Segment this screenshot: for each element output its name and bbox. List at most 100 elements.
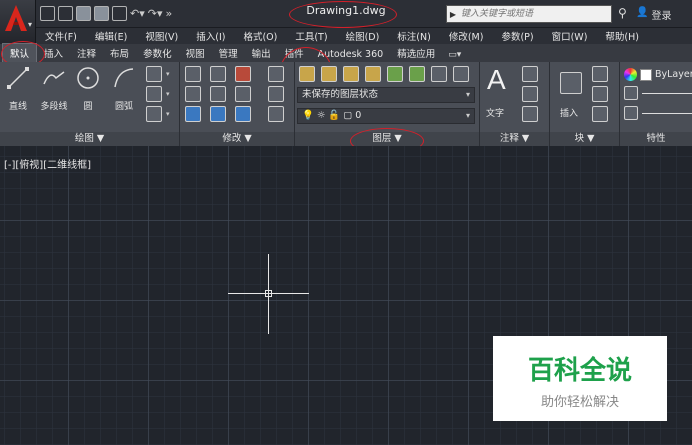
tab-manage[interactable]: 管理 (212, 44, 245, 62)
layer-freeze-icon[interactable] (343, 66, 359, 82)
move-icon[interactable] (185, 66, 201, 82)
lineweight-icon[interactable] (624, 86, 638, 100)
save-icon[interactable] (76, 6, 91, 21)
layer-off-icon[interactable] (365, 66, 381, 82)
explode-icon[interactable] (268, 86, 284, 102)
color-wheel-icon (624, 68, 637, 81)
polyline-tool[interactable]: 多段线 (36, 66, 72, 112)
viewport-controls[interactable]: [-][俯视][二维线框] (4, 156, 91, 171)
layer-walk-icon[interactable] (431, 66, 447, 82)
search-box[interactable]: ▶ (446, 5, 612, 23)
mirror-icon[interactable] (210, 86, 226, 102)
undo-icon[interactable]: ↶▾ (130, 7, 145, 21)
print-icon[interactable] (112, 6, 127, 21)
watermark: 百科全说 助你轻松解决 (493, 336, 667, 421)
quick-access-toolbar: ↶▾ ↷▾ » (40, 6, 172, 21)
watermark-subtitle: 助你轻松解决 (540, 395, 619, 410)
line-tool[interactable]: 直线 (0, 66, 36, 112)
tab-featured-apps[interactable]: 精选应用 (390, 44, 442, 62)
menu-parametric[interactable]: 参数(P) (492, 29, 542, 43)
dimension-icon[interactable] (522, 66, 538, 82)
scale-icon[interactable] (210, 106, 226, 122)
rotate-icon[interactable] (210, 66, 226, 82)
menu-insert[interactable]: 插入(I) (187, 29, 234, 43)
autocad-logo-icon (4, 4, 28, 32)
circle-tool[interactable]: 圆 (70, 66, 106, 112)
tab-view[interactable]: 视图 (179, 44, 212, 62)
pickbox (265, 290, 272, 297)
block-attributes-icon[interactable] (592, 106, 608, 122)
layer-previous-icon[interactable] (409, 66, 425, 82)
ellipse-icon[interactable] (146, 86, 162, 102)
offset-icon[interactable] (268, 106, 284, 122)
layer-state-select[interactable]: 未保存的图层状态 ▾ (297, 87, 475, 103)
tab-layout[interactable]: 布局 (103, 44, 136, 62)
trim-icon[interactable] (235, 66, 251, 82)
array-icon[interactable] (235, 106, 251, 122)
menu-modify[interactable]: 修改(M) (440, 29, 493, 43)
title-highlight-annotation (289, 1, 397, 28)
play-icon[interactable]: ▶ (447, 10, 459, 19)
linetype-icon[interactable] (624, 106, 638, 120)
block-panel-footer[interactable]: 块 ▼ (550, 132, 619, 146)
polyline-label: 多段线 (40, 102, 68, 112)
menu-format[interactable]: 格式(O) (234, 29, 286, 43)
ribbon-options-icon[interactable]: ▭▾ (442, 48, 467, 62)
layer-merge-icon[interactable] (453, 66, 469, 82)
tab-annotate[interactable]: 注释 (70, 44, 103, 62)
watermark-title: 百科全说 (527, 356, 632, 386)
menu-help[interactable]: 帮助(H) (596, 29, 648, 43)
layer-match-icon[interactable] (387, 66, 403, 82)
table-icon[interactable] (522, 106, 538, 122)
chevron-down-icon[interactable]: ▾ (166, 70, 170, 78)
color-select[interactable]: ByLayer (624, 68, 692, 81)
create-block-icon[interactable] (592, 66, 608, 82)
expand-toolbar-icon[interactable]: » (166, 7, 173, 21)
block-panel: 插入 块 ▼ (550, 62, 620, 146)
leader-icon[interactable] (522, 86, 538, 102)
linetype-sample[interactable] (642, 113, 692, 114)
open-folder-icon[interactable] (58, 6, 73, 21)
binoculars-icon[interactable]: ⚲ (618, 6, 627, 20)
annotation-panel-footer[interactable]: 注释 ▼ (480, 132, 549, 146)
stretch-icon[interactable] (185, 106, 201, 122)
tab-output[interactable]: 输出 (245, 44, 278, 62)
new-file-icon[interactable] (40, 6, 55, 21)
sign-in-button[interactable]: 👤 登录 (636, 7, 671, 22)
text-icon[interactable]: A (487, 64, 506, 96)
menu-tools[interactable]: 工具(T) (286, 29, 336, 43)
menu-file[interactable]: 文件(F) (36, 29, 86, 43)
arc-tool[interactable]: 圆弧 (106, 66, 142, 112)
erase-icon[interactable] (268, 66, 284, 82)
hatch-icon[interactable] (146, 106, 162, 122)
menu-view[interactable]: 视图(V) (136, 29, 187, 43)
application-menu-button[interactable]: ▾ (0, 0, 36, 44)
menu-edit[interactable]: 编辑(E) (86, 29, 136, 43)
layer-state-value: 未保存的图层状态 (302, 89, 379, 100)
rectangle-icon[interactable] (146, 66, 162, 82)
lineweight-sample[interactable] (642, 93, 692, 94)
line-label: 直线 (8, 102, 27, 112)
modify-panel-footer[interactable]: 修改 ▼ (180, 132, 294, 146)
search-input[interactable] (459, 6, 611, 22)
current-layer-select[interactable]: 💡 ☼ 🔓 ▢ 0 ▾ (297, 108, 475, 124)
menu-dimension[interactable]: 标注(N) (388, 29, 440, 43)
tab-parametric[interactable]: 参数化 (136, 44, 179, 62)
bylayer-value: ByLayer (655, 69, 692, 80)
menu-window[interactable]: 窗口(W) (543, 29, 597, 43)
layer-isolate-icon[interactable] (321, 66, 337, 82)
properties-panel-footer[interactable]: 特性 (620, 132, 692, 146)
chevron-down-icon[interactable]: ▾ (166, 110, 170, 118)
layer-properties-icon[interactable] (299, 66, 315, 82)
fillet-icon[interactable] (235, 86, 251, 102)
edit-block-icon[interactable] (592, 86, 608, 102)
chevron-down-icon[interactable]: ▾ (166, 90, 170, 98)
line-icon (7, 67, 29, 89)
copy-icon[interactable] (185, 86, 201, 102)
save-as-icon[interactable] (94, 6, 109, 21)
draw-panel-footer[interactable]: 绘图 ▼ (0, 132, 179, 146)
menu-draw[interactable]: 绘图(D) (337, 29, 389, 43)
insert-block-icon[interactable] (560, 72, 582, 94)
title-bar: ▾ ↶▾ ↷▾ » Drawing1.dwg ▶ ⚲ 👤 登录 (0, 0, 692, 44)
redo-icon[interactable]: ↷▾ (148, 7, 163, 21)
